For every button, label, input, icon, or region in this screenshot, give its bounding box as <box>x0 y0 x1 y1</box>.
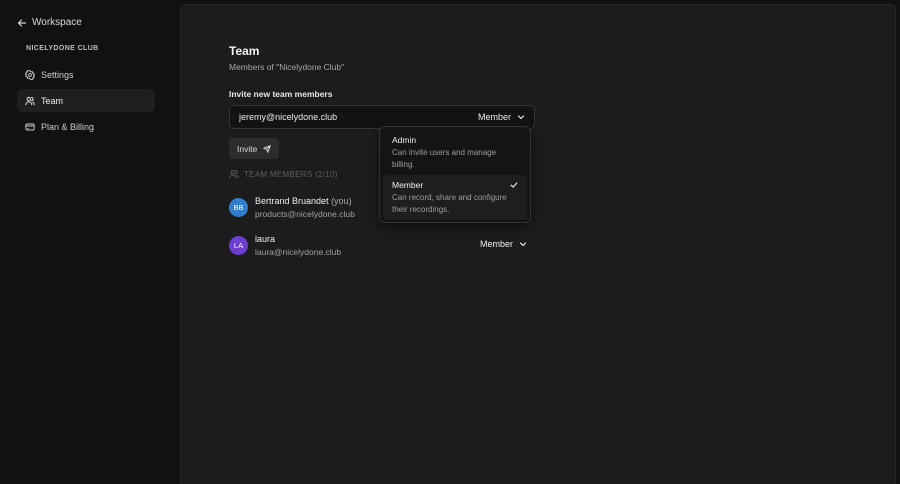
member-name: laura <box>255 233 276 244</box>
member-role-label: Member <box>479 239 513 249</box>
invite-email-input[interactable] <box>239 112 478 122</box>
sidebar-nav: Settings Team Plan & Billing <box>17 63 155 141</box>
invite-button[interactable]: Invite <box>229 138 280 159</box>
sidebar-item-settings[interactable]: Settings <box>17 63 155 86</box>
send-icon <box>263 144 272 153</box>
you-tag: (you) <box>331 195 352 206</box>
role-dropdown-menu: Admin Can invite users and manage billin… <box>379 126 531 223</box>
check-icon <box>510 182 518 188</box>
member-email: products@nicelydone.club <box>255 208 355 219</box>
users-icon <box>25 96 35 105</box>
invite-section-label: Invite new team members <box>229 89 333 99</box>
back-link-label: Workspace <box>32 17 82 28</box>
role-option-description: Can invite users and manage billing. <box>392 148 497 169</box>
users-icon <box>229 170 239 179</box>
role-option-admin[interactable]: Admin Can invite users and manage billin… <box>383 130 527 175</box>
sidebar-item-plan-billing[interactable]: Plan & Billing <box>17 115 155 138</box>
member-email: laura@nicelydone.club <box>255 246 342 257</box>
invite-button-label: Invite <box>237 143 258 154</box>
role-option-description: Can record, share and configure their re… <box>392 193 507 214</box>
sidebar-item-label: Team <box>41 95 64 106</box>
member-name: Bertrand Bruandet (you) <box>255 196 355 206</box>
avatar: LA <box>229 235 248 255</box>
avatar: BB <box>229 197 248 217</box>
sidebar-item-label: Settings <box>41 69 74 80</box>
member-row: LA laura laura@nicelydone.club Member <box>229 231 535 259</box>
back-to-workspace-link[interactable]: Workspace <box>17 17 82 28</box>
chevron-down-icon <box>519 242 527 247</box>
page-title: Team <box>229 44 260 58</box>
invite-role-label: Member <box>477 112 511 122</box>
member-info: Bertrand Bruandet (you) products@nicelyd… <box>255 196 355 219</box>
invite-role-select[interactable]: Member <box>478 112 525 122</box>
sidebar: Workspace NICELYDONE CLUB Settings Team … <box>0 0 180 484</box>
org-name-label: NICELYDONE CLUB <box>26 45 99 52</box>
role-option-title: Member <box>392 180 424 190</box>
role-option-title: Admin <box>392 135 417 145</box>
arrow-left-icon <box>17 18 27 27</box>
member-name-text: Bertrand Bruandet <box>255 195 329 206</box>
team-members-count: TEAM MEMBERS (2/10) <box>244 169 338 179</box>
page-subtitle: Members of "Nicelydone Club" <box>229 62 345 72</box>
gear-icon <box>25 69 35 80</box>
sidebar-item-team[interactable]: Team <box>17 89 155 112</box>
role-option-member[interactable]: Member Can record, share and configure t… <box>383 175 527 220</box>
member-role-select[interactable]: Member <box>480 239 527 249</box>
chevron-down-icon <box>517 115 525 120</box>
main-panel: Team Members of "Nicelydone Club" Invite… <box>180 4 896 484</box>
member-info: laura laura@nicelydone.club <box>255 234 341 257</box>
sidebar-item-label: Plan & Billing <box>41 121 95 132</box>
credit-card-icon <box>25 123 35 130</box>
